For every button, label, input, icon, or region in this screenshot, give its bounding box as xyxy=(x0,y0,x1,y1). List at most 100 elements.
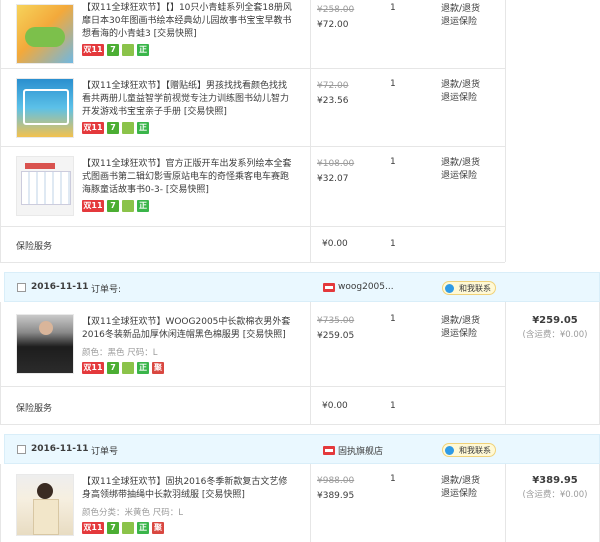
genuine-badge: 正 xyxy=(137,362,149,374)
column-divider xyxy=(505,302,506,424)
snapshot-link[interactable]: [交易快照] xyxy=(184,107,227,117)
product-title[interactable]: 【双11全球狂欢节】官方正版开车出发系列绘本全套式图画书第二辑幻影雪原站电车的奇… xyxy=(82,158,294,197)
snapshot-link[interactable]: [交易快照] xyxy=(166,185,209,195)
refund-link[interactable]: 退款/退货 xyxy=(441,475,480,488)
original-price: ¥72.00 xyxy=(317,81,349,91)
guarantee-icon xyxy=(122,362,134,374)
order-checkbox[interactable] xyxy=(17,445,26,454)
product-thumbnail[interactable] xyxy=(16,78,74,138)
price-cell: ¥988.00 ¥389.95 xyxy=(317,474,354,504)
quantity: 1 xyxy=(390,314,396,324)
return-insurance: 退运保险 xyxy=(441,329,478,339)
double11-badge: 双11 xyxy=(82,362,104,374)
return-insurance: 退运保险 xyxy=(441,93,478,103)
actual-price: ¥23.56 xyxy=(317,96,349,106)
shipping-fee: (含运费：¥0.00) xyxy=(522,490,588,500)
product-thumbnail[interactable] xyxy=(16,474,74,536)
column-divider xyxy=(310,464,311,542)
model-head xyxy=(37,483,53,499)
order-total: ¥389.95 (含运费：¥0.00) xyxy=(520,474,590,502)
total-amount: ¥259.05 xyxy=(532,315,578,326)
order-bottom-border xyxy=(0,424,600,425)
double11-badge: 双11 xyxy=(82,122,104,134)
juhuasuan-badge: 聚 xyxy=(152,362,164,374)
section-bottom-border xyxy=(0,262,505,263)
seven-day-return-badge: 7 xyxy=(107,200,119,212)
original-price: ¥735.00 xyxy=(317,316,355,326)
contact-seller-button[interactable]: 和我联系 xyxy=(442,281,496,295)
quantity: 1 xyxy=(390,3,396,13)
service-cell: 退款/退货 退运保险 xyxy=(441,79,480,105)
product-thumbnail[interactable] xyxy=(16,314,74,374)
product-title[interactable]: 【双11全球狂欢节】【赠贴纸】男孩找找看颜色找找看共两册儿童益智学前视觉专注力训… xyxy=(82,80,294,119)
actual-price: ¥259.05 xyxy=(317,331,355,341)
snapshot-link[interactable]: [交易快照] xyxy=(243,330,286,340)
order-number-label: 订单号: xyxy=(91,285,122,295)
original-price: ¥108.00 xyxy=(317,159,355,169)
genuine-badge: 正 xyxy=(137,200,149,212)
return-insurance: 退运保险 xyxy=(441,171,478,181)
snapshot-link[interactable]: [交易快照] xyxy=(202,490,245,500)
shop-icon xyxy=(323,282,335,292)
guarantee-icon xyxy=(122,522,134,534)
actual-price: ¥72.00 xyxy=(317,20,349,30)
total-amount: ¥389.95 xyxy=(532,475,578,486)
quantity: 1 xyxy=(390,157,396,167)
coat-illustration xyxy=(33,499,59,535)
service-cell: 退款/退货 退运保险 xyxy=(441,3,480,29)
product-title[interactable]: 【双11全球狂欢节】固执2016冬季新款复古文艺修身高领绑带抽绳中长款羽绒服 [… xyxy=(82,476,294,502)
price-cell: ¥258.00 ¥72.00 xyxy=(317,3,354,33)
seven-day-return-badge: 7 xyxy=(107,44,119,56)
service-cell: 退款/退货 退运保险 xyxy=(441,315,480,341)
seven-day-return-badge: 7 xyxy=(107,522,119,534)
insurance-price: ¥0.00 xyxy=(322,239,348,249)
refund-link[interactable]: 退款/退货 xyxy=(441,315,480,328)
order-header: 2016-11-11 订单号 固执旗舰店 和我联系 xyxy=(4,434,600,464)
product-properties: 颜色：黑色 尺码：L xyxy=(82,348,158,358)
promo-badges: 双11 7 正 聚 xyxy=(82,522,164,534)
quantity: 1 xyxy=(390,474,396,484)
order-number-label: 订单号 xyxy=(91,447,119,457)
column-divider xyxy=(505,0,506,262)
actual-price: ¥32.07 xyxy=(317,174,349,184)
frog-illustration xyxy=(25,27,65,47)
price-cell: ¥108.00 ¥32.07 xyxy=(317,157,354,187)
insurance-label: 保险服务 xyxy=(16,404,53,414)
service-cell: 退款/退货 退运保险 xyxy=(441,475,480,501)
product-title[interactable]: 【双11全球狂欢节】WOOG2005中长款棉衣男外套 2016冬装新品加厚休闲连… xyxy=(82,316,294,342)
service-cell: 退款/退货 退运保险 xyxy=(441,157,480,183)
guarantee-icon xyxy=(122,200,134,212)
refund-link[interactable]: 退款/退货 xyxy=(441,79,480,92)
return-insurance: 退运保险 xyxy=(441,17,478,27)
product-thumbnail[interactable] xyxy=(16,156,74,216)
order-checkbox[interactable] xyxy=(17,283,26,292)
table-border-left xyxy=(0,0,1,262)
shop-name-text[interactable]: woog2005... xyxy=(338,282,394,292)
product-properties: 颜色分类：米黄色 尺码：L xyxy=(82,508,183,518)
genuine-badge: 正 xyxy=(137,122,149,134)
model-head xyxy=(39,321,53,335)
order-date: 2016-11-11 xyxy=(31,444,89,454)
shop-name[interactable]: 固执旗舰店 xyxy=(323,444,383,457)
original-price: ¥988.00 xyxy=(317,476,355,486)
price-cell: ¥72.00 ¥23.56 xyxy=(317,79,349,109)
row-divider xyxy=(0,386,505,387)
refund-link[interactable]: 退款/退货 xyxy=(441,157,480,170)
original-price: ¥258.00 xyxy=(317,5,355,15)
shop-name[interactable]: woog2005... xyxy=(323,282,394,292)
genuine-badge: 正 xyxy=(137,522,149,534)
row-divider xyxy=(0,226,505,227)
snapshot-link[interactable]: [交易快照] xyxy=(154,29,197,39)
shop-name-text[interactable]: 固执旗舰店 xyxy=(338,444,383,457)
row-divider xyxy=(0,146,505,147)
product-title[interactable]: 【双11全球狂欢节】【】10只小青蛙系列全套18册风靡日本30年图画书绘本经典幼… xyxy=(82,2,294,41)
order-total: ¥259.05 (含运费：¥0.00) xyxy=(520,314,590,342)
order-header: 2016-11-11 订单号: woog2005... 和我联系 xyxy=(4,272,600,302)
seven-day-return-badge: 7 xyxy=(107,122,119,134)
double11-badge: 双11 xyxy=(82,522,104,534)
price-cell: ¥735.00 ¥259.05 xyxy=(317,314,354,344)
column-divider xyxy=(505,464,506,542)
contact-seller-button[interactable]: 和我联系 xyxy=(442,443,496,457)
refund-link[interactable]: 退款/退货 xyxy=(441,3,480,16)
product-thumbnail[interactable] xyxy=(16,4,74,64)
